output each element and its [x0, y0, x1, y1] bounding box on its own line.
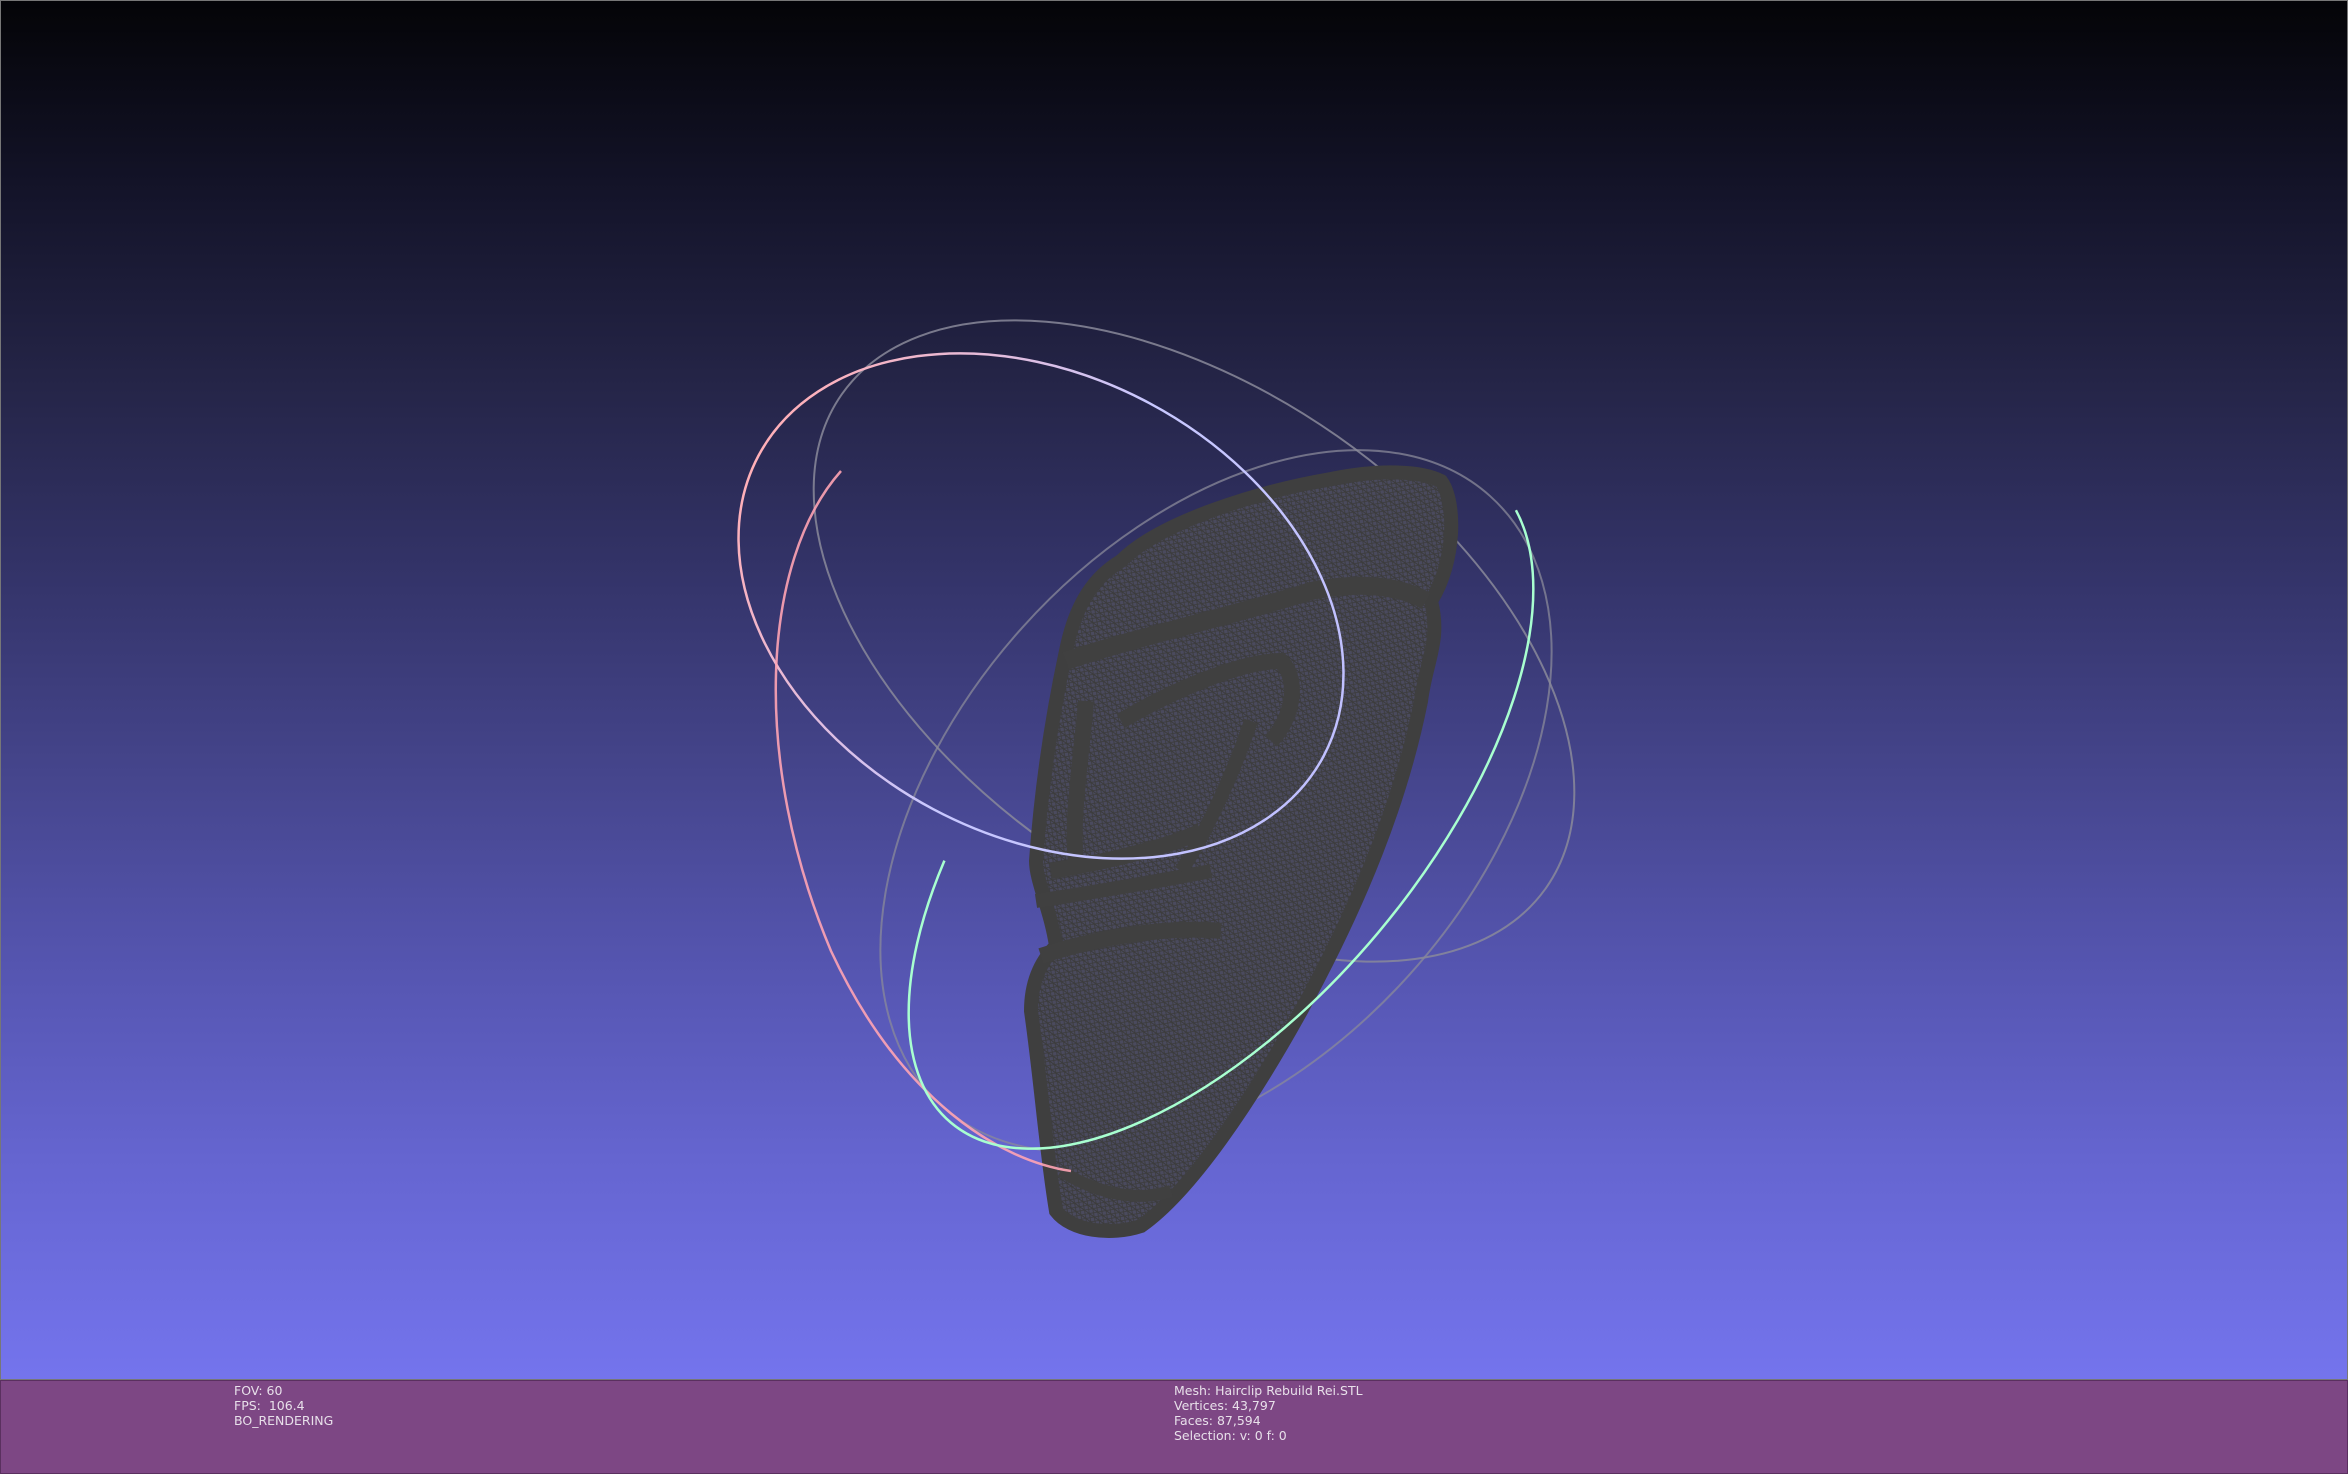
render-mode-readout: BO_RENDERING	[234, 1413, 334, 1428]
mesh-info: Mesh: Hairclip Rebuild Rei.STL Vertices:…	[1174, 1383, 1363, 1443]
selection-count: Selection: v: 0 f: 0	[1174, 1428, 1287, 1443]
scene-canvas	[737, 319, 1576, 1238]
fps-readout: FPS: 106.4	[234, 1398, 305, 1413]
face-count: Faces: 87,594	[1174, 1413, 1261, 1428]
mesh-hairclip[interactable]	[1023, 465, 1459, 1238]
fov-readout: FOV: 60	[234, 1383, 283, 1398]
3d-viewport[interactable]	[0, 0, 2348, 1380]
trackball-ring-x	[774, 470, 1072, 1173]
mesh-name: Mesh: Hairclip Rebuild Rei.STL	[1174, 1383, 1363, 1398]
render-info: FOV: 60 FPS: 106.4 BO_RENDERING	[234, 1383, 333, 1428]
vertex-count: Vertices: 43,797	[1174, 1398, 1276, 1413]
